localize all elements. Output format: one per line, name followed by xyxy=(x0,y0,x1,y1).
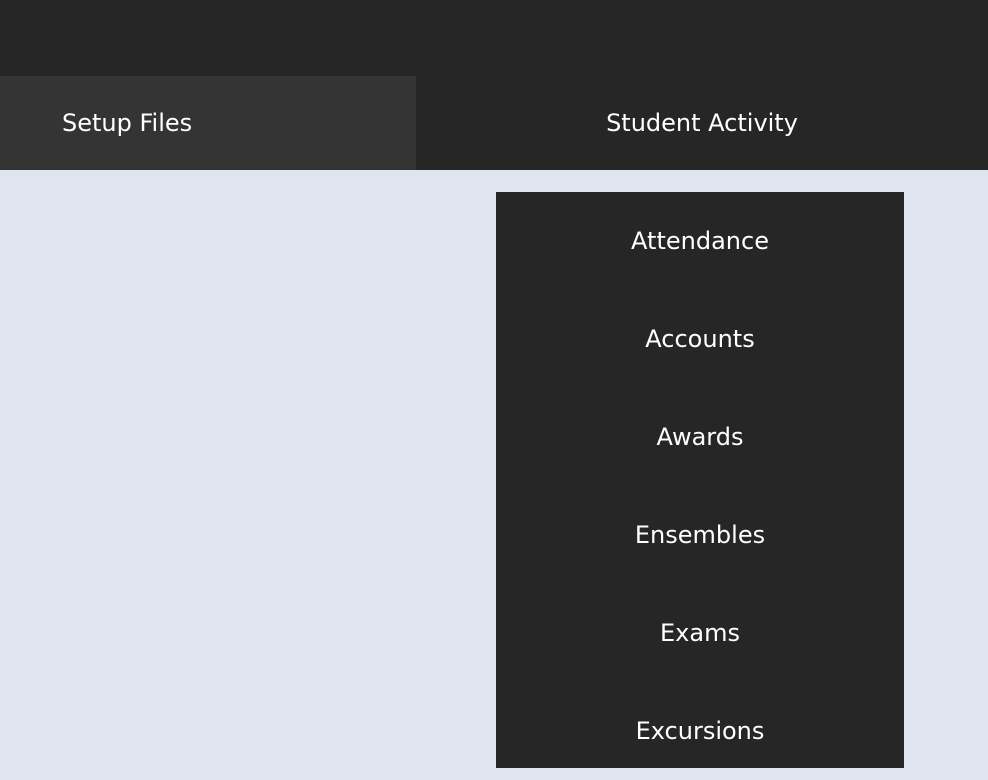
menu-item-excursions[interactable]: Excursions xyxy=(496,682,904,780)
main-nav: Setup Files Student Activity xyxy=(0,76,988,170)
student-activity-dropdown: Attendance Accounts Awards Ensembles Exa… xyxy=(496,192,904,768)
menu-item-exams[interactable]: Exams xyxy=(496,584,904,682)
menu-item-attendance[interactable]: Attendance xyxy=(496,192,904,290)
top-bar xyxy=(0,0,988,76)
menu-item-awards[interactable]: Awards xyxy=(496,388,904,486)
menu-item-ensembles[interactable]: Ensembles xyxy=(496,486,904,584)
menu-item-accounts[interactable]: Accounts xyxy=(496,290,904,388)
nav-tab-setup-files[interactable]: Setup Files xyxy=(0,76,416,170)
nav-tab-student-activity[interactable]: Student Activity xyxy=(416,76,988,170)
